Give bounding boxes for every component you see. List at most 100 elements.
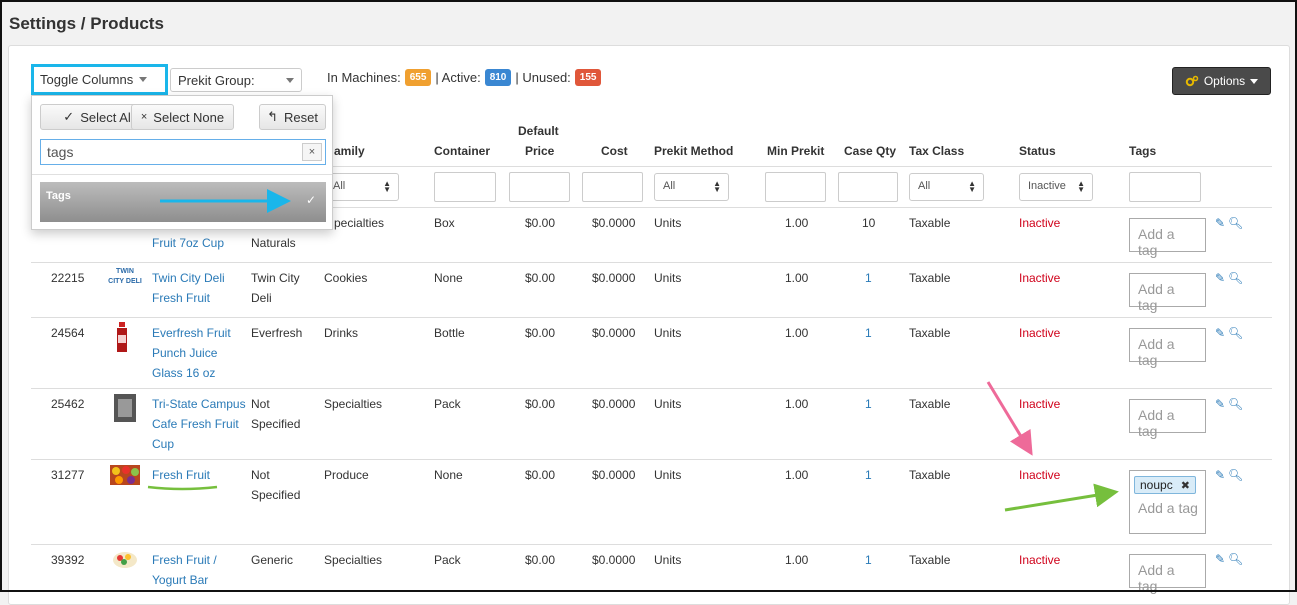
min-prekit-cell: 1.00 — [785, 397, 809, 411]
product-thumbnail — [114, 322, 144, 352]
tag-input[interactable]: Add a tag — [1129, 218, 1206, 258]
min-prekit-cell: 1.00 — [785, 216, 809, 230]
product-id-cell: 25462 — [51, 397, 85, 411]
magnifier-icon[interactable]: 🔍︎ — [1228, 397, 1243, 411]
product-name-link[interactable]: Everfresh Fruit Punch Juice Glass 16 oz — [152, 323, 231, 383]
pencil-icon[interactable]: ✎ — [1215, 552, 1225, 566]
status-filter-select[interactable]: Inactive ▲ ▼ — [1019, 173, 1093, 201]
name-line: Tri-State Campus — [152, 397, 246, 411]
product-name-link[interactable]: Tri-State Campus Cafe Fresh Fruit Cup — [152, 394, 246, 454]
prekit-method-cell: Units — [654, 468, 682, 482]
default-price-filter-input[interactable] — [509, 172, 570, 202]
magnifier-icon[interactable]: 🔍︎ — [1228, 468, 1243, 482]
status-cell: Inactive — [1019, 468, 1061, 482]
cost-cell: $0.0000 — [592, 216, 636, 230]
tag-input[interactable]: Add a tag — [1129, 554, 1206, 594]
select-none-button[interactable]: × Select None — [131, 104, 234, 130]
column-header-status[interactable]: Status — [1019, 141, 1056, 161]
options-button[interactable]: Options — [1172, 67, 1271, 95]
min-prekit-cell: 1.00 — [785, 326, 809, 340]
tags-filter-input[interactable] — [1129, 172, 1201, 202]
price-cell: $0.00 — [525, 397, 556, 411]
magnifier-icon[interactable]: 🔍︎ — [1228, 271, 1243, 285]
tag-input[interactable]: noupc ✖ Add a tag — [1129, 470, 1206, 534]
cost-filter-input[interactable] — [582, 172, 643, 202]
tax-class-cell: Taxable — [909, 216, 951, 230]
default-price-line1: Default — [518, 124, 559, 138]
column-header-tax-class[interactable]: Tax Class — [909, 141, 964, 161]
prekit-method-cell: Units — [654, 553, 682, 567]
tag-input[interactable]: Add a tag — [1129, 328, 1206, 368]
product-name-link[interactable]: Fresh Fruit / Yogurt Bar — [152, 550, 217, 590]
tax-class-cell: Taxable — [909, 468, 951, 482]
min-prekit-filter-input[interactable] — [765, 172, 826, 202]
column-header-prekit-method[interactable]: Prekit Method — [654, 141, 733, 161]
reset-button[interactable]: ↰ Reset — [259, 104, 326, 130]
brand-line: Specified — [251, 417, 301, 431]
column-header-container[interactable]: Container — [434, 141, 490, 161]
product-name-link[interactable]: Fresh Fruit — [152, 465, 210, 485]
magnifier-icon[interactable]: 🔍︎ — [1228, 326, 1243, 340]
in-machines-badge: 655 — [404, 69, 432, 86]
family-cell: Specialties — [324, 553, 383, 567]
status-cell: Inactive — [1019, 553, 1061, 567]
row-divider — [31, 317, 1272, 318]
case-qty-cell: 1 — [865, 468, 872, 482]
pencil-icon[interactable]: ✎ — [1215, 468, 1225, 482]
price-cell: $0.00 — [525, 553, 556, 567]
column-header-family[interactable]: amily — [334, 141, 365, 161]
column-header-default-price[interactable]: Default Price — [518, 121, 559, 161]
tag-input[interactable]: Add a tag — [1129, 399, 1206, 439]
case-qty-cell: 1 — [865, 553, 872, 567]
pencil-icon[interactable]: ✎ — [1215, 326, 1225, 340]
product-id-cell: 22215 — [51, 271, 85, 285]
close-icon: × — [140, 111, 148, 123]
tag-chip: noupc ✖ — [1134, 476, 1196, 494]
case-qty-filter-input[interactable] — [838, 172, 898, 202]
pencil-icon[interactable]: ✎ — [1215, 397, 1225, 411]
name-line: Fresh Fruit — [152, 291, 211, 305]
clear-search-button[interactable]: × — [302, 143, 322, 161]
tag-input[interactable]: Add a tag — [1129, 273, 1206, 313]
pencil-icon[interactable]: ✎ — [1215, 216, 1225, 230]
column-header-tags[interactable]: Tags — [1129, 141, 1156, 161]
select-none-label: Select None — [153, 109, 225, 125]
cost-cell: $0.0000 — [592, 553, 636, 567]
column-option-tags[interactable]: Tags ✓ — [40, 182, 326, 222]
row-divider — [31, 262, 1272, 263]
name-line: Punch Juice — [152, 346, 218, 360]
column-header-cost[interactable]: Cost — [601, 141, 628, 161]
container-cell: None — [434, 468, 463, 482]
gears-icon — [1185, 75, 1199, 87]
min-prekit-cell: 1.00 — [785, 468, 809, 482]
brand-cell: Twin City Deli — [251, 268, 300, 308]
toggle-columns-button[interactable]: Toggle Columns — [31, 64, 168, 95]
column-header-case-qty[interactable]: Case Qty — [844, 141, 896, 161]
container-filter-input[interactable] — [434, 172, 496, 202]
container-cell: Box — [434, 216, 455, 230]
options-label: Options — [1203, 74, 1246, 88]
product-name-link[interactable]: Fruit 7oz Cup — [152, 233, 224, 253]
pencil-icon[interactable]: ✎ — [1215, 271, 1225, 285]
close-icon[interactable]: ✖ — [1181, 479, 1190, 492]
brand-line: Deli — [251, 291, 272, 305]
prekit-group-select[interactable]: Prekit Group: — [170, 68, 302, 92]
row-divider — [31, 544, 1272, 545]
prekit-method-filter-select[interactable]: All ▲ ▼ — [654, 173, 729, 201]
column-header-min-prekit[interactable]: Min Prekit — [767, 141, 824, 161]
tax-class-filter-select[interactable]: All ▲ ▼ — [909, 173, 984, 201]
magnifier-icon[interactable]: 🔍︎ — [1228, 216, 1243, 230]
default-price-line2: Price — [525, 144, 555, 158]
name-line: Cup — [152, 437, 175, 451]
container-cell: Bottle — [434, 326, 465, 340]
column-search-input[interactable]: tags × — [40, 139, 326, 165]
family-cell: Specialties — [324, 397, 383, 411]
unused-label: | Unused: — [515, 70, 571, 85]
row-divider — [31, 388, 1272, 389]
product-name-link[interactable]: Twin City Deli Fresh Fruit — [152, 268, 225, 308]
family-cell: pecialties — [334, 216, 385, 230]
name-line: Everfresh Fruit — [152, 326, 231, 340]
magnifier-icon[interactable]: 🔍︎ — [1228, 552, 1243, 566]
family-filter-select[interactable]: All ▲ ▼ — [324, 173, 399, 201]
chevron-down-icon — [1250, 78, 1259, 84]
